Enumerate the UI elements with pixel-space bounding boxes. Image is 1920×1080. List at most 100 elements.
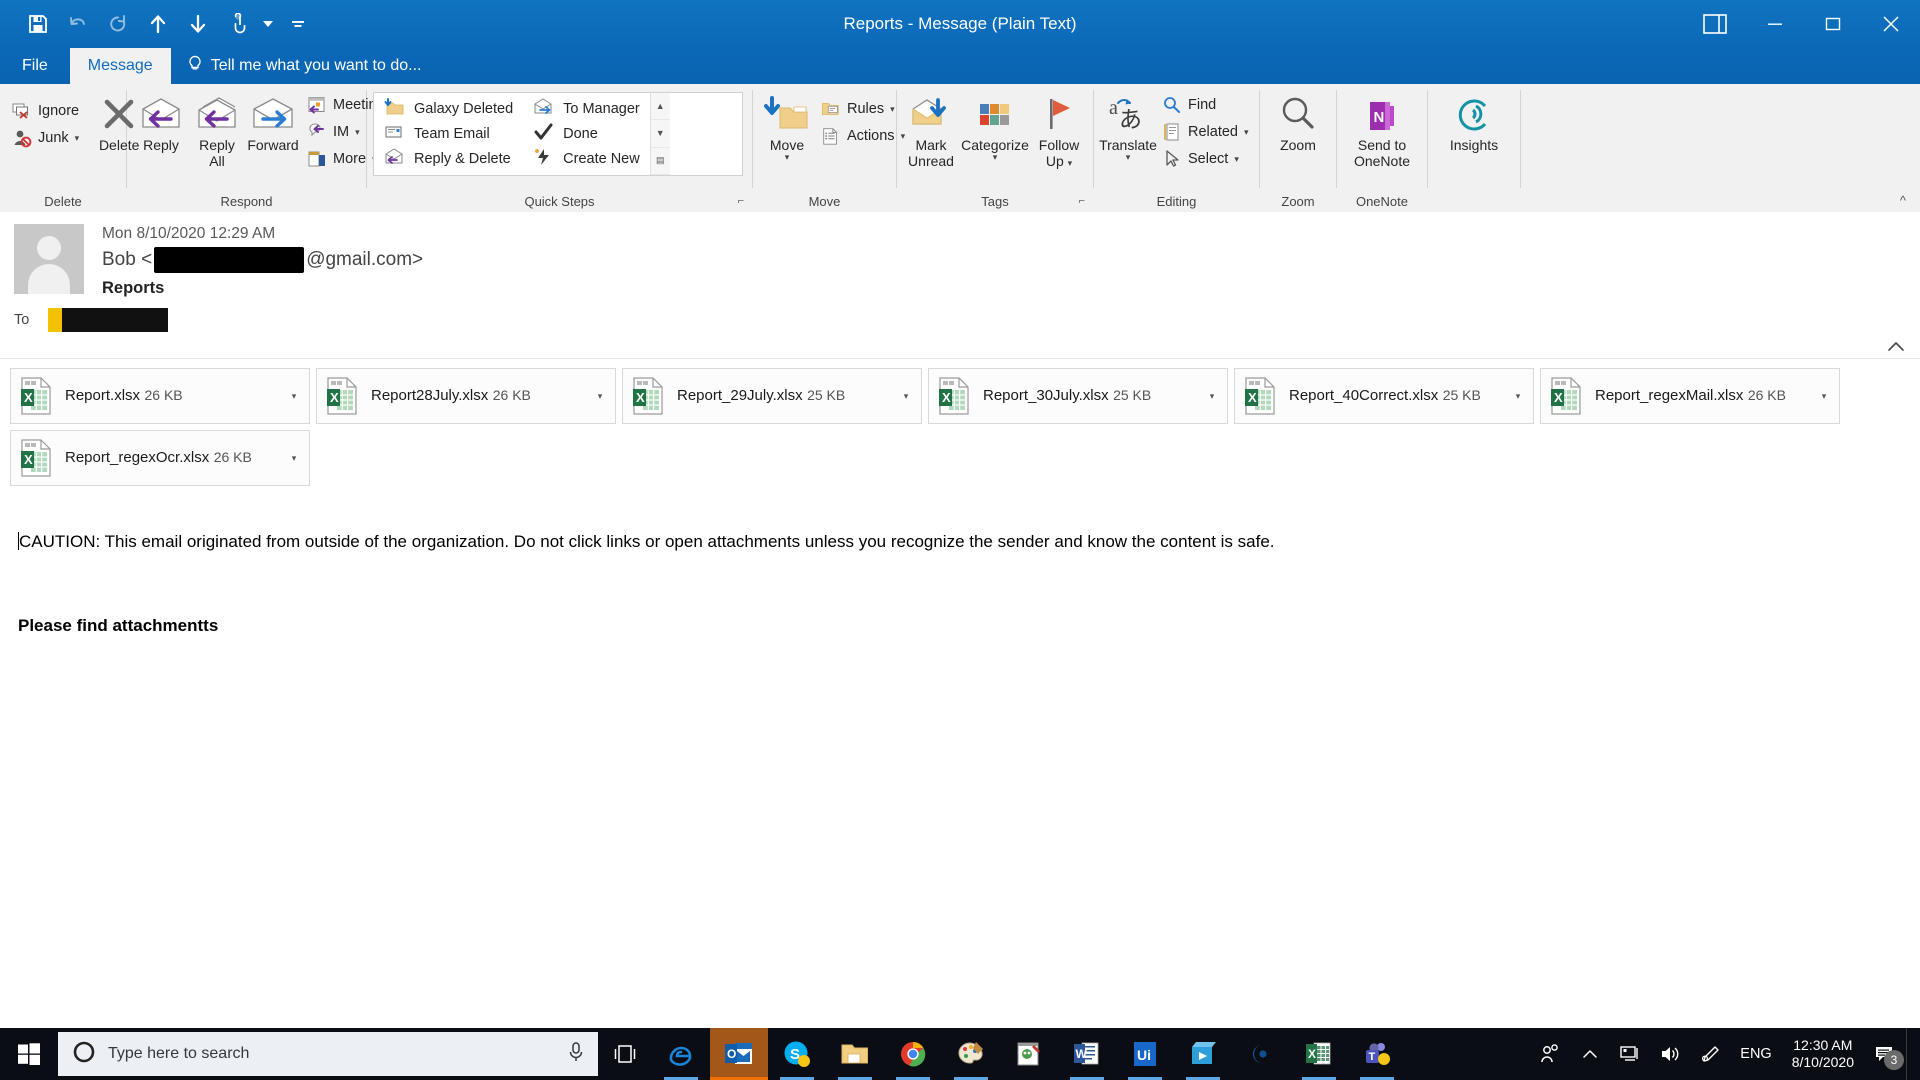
junk-dropdown-icon[interactable]: ▾ — [75, 133, 80, 143]
related-dropdown-icon[interactable]: ▾ — [1244, 127, 1249, 137]
paint-icon[interactable] — [942, 1028, 1000, 1080]
previous-item-icon[interactable] — [138, 6, 178, 42]
translate-dropdown-icon[interactable]: ▾ — [1126, 153, 1131, 162]
quick-step-galaxy-deleted[interactable]: Galaxy Deleted — [376, 97, 521, 122]
next-item-icon[interactable] — [178, 6, 218, 42]
attachment-chip[interactable]: X Report_40Correct.xlsx 25 KB ▾ — [1234, 368, 1534, 424]
find-button[interactable]: Find — [1156, 92, 1255, 118]
insights-button[interactable]: Insights — [1444, 90, 1504, 157]
show-desktop-button[interactable] — [1906, 1028, 1912, 1080]
quick-steps-dialog-launcher[interactable]: ⌐ — [738, 195, 744, 207]
move-dropdown-icon[interactable]: ▾ — [785, 153, 790, 162]
quick-steps-more[interactable]: ▤ — [650, 147, 670, 175]
attachment-chip[interactable]: X Report.xlsx 26 KB ▾ — [10, 368, 310, 424]
select-dropdown-icon[interactable]: ▾ — [1234, 154, 1239, 164]
quick-steps-scrollbar[interactable]: ▲ ▼ ▤ — [649, 93, 670, 175]
redacted-recipient[interactable] — [48, 308, 168, 332]
microphone-icon[interactable] — [566, 1041, 586, 1068]
attachment-chip[interactable]: X Report_29July.xlsx 25 KB ▾ — [622, 368, 922, 424]
move-button[interactable]: Move ▾ — [759, 90, 815, 166]
select-button[interactable]: Select ▾ — [1156, 146, 1255, 172]
forward-button[interactable]: Forward — [245, 90, 301, 157]
attachment-chip[interactable]: X Report_regexOcr.xlsx 26 KB ▾ — [10, 430, 310, 486]
action-center-icon[interactable]: 3 — [1864, 1028, 1906, 1080]
translate-button[interactable]: aあ Translate ▾ — [1099, 90, 1157, 166]
reply-button[interactable]: Reply — [133, 90, 189, 157]
quick-step-team-email[interactable]: Team Email — [376, 122, 521, 147]
follow-up-button[interactable]: Follow Up ▾ — [1031, 90, 1087, 173]
quick-step-reply-delete[interactable]: Reply & Delete — [376, 146, 521, 171]
attachment-dropdown-icon[interactable]: ▾ — [1203, 391, 1221, 402]
file-explorer-icon[interactable] — [826, 1028, 884, 1080]
im-dropdown-icon[interactable]: ▾ — [355, 127, 360, 137]
attachment-dropdown-icon[interactable]: ▾ — [591, 391, 609, 402]
chrome-icon[interactable] — [884, 1028, 942, 1080]
volume-icon[interactable] — [1650, 1028, 1690, 1080]
people-icon[interactable] — [1530, 1028, 1570, 1080]
tags-dialog-launcher[interactable]: ⌐ — [1079, 195, 1085, 207]
attachment-dropdown-icon[interactable]: ▾ — [1815, 391, 1833, 402]
attachment-chip[interactable]: X Report_regexMail.xlsx 26 KB ▾ — [1540, 368, 1840, 424]
ribbon-collapse-button[interactable]: ^ — [1900, 84, 1920, 212]
language-indicator[interactable]: ENG — [1730, 1046, 1781, 1062]
related-button[interactable]: Related ▾ — [1156, 119, 1255, 145]
attachment-dropdown-icon[interactable]: ▾ — [1509, 391, 1527, 402]
send-to-onenote-button[interactable]: N Send to OneNote — [1348, 90, 1416, 173]
close-button[interactable] — [1862, 0, 1920, 48]
attachment-dropdown-icon[interactable]: ▾ — [285, 453, 303, 464]
word-icon[interactable]: W — [1058, 1028, 1116, 1080]
start-button[interactable] — [0, 1028, 58, 1080]
tell-me-search[interactable]: Tell me what you want to do... — [171, 48, 421, 84]
pen-icon[interactable] — [1690, 1028, 1730, 1080]
save-icon[interactable] — [18, 6, 58, 42]
quick-step-create-new[interactable]: Create New — [525, 146, 648, 171]
tab-file[interactable]: File — [0, 48, 70, 84]
categorize-dropdown-icon[interactable]: ▾ — [993, 153, 998, 162]
im-label: IM — [333, 124, 350, 140]
quick-step-to-manager[interactable]: To Manager — [525, 97, 648, 122]
undo-icon[interactable] — [58, 6, 98, 42]
categorize-button[interactable]: Categorize ▾ — [959, 90, 1031, 166]
maximize-button[interactable] — [1804, 0, 1862, 48]
customize-qat-icon[interactable] — [278, 6, 318, 42]
attachment-chip[interactable]: X Report_30July.xlsx 25 KB ▾ — [928, 368, 1228, 424]
tab-message[interactable]: Message — [69, 48, 171, 84]
expand-header-button[interactable] — [1886, 340, 1906, 358]
quick-step-done[interactable]: Done — [525, 122, 648, 147]
skype-icon[interactable]: S — [768, 1028, 826, 1080]
group-label-insights — [1428, 190, 1520, 212]
teams-icon[interactable]: T — [1348, 1028, 1406, 1080]
show-hidden-icons-icon[interactable] — [1570, 1028, 1610, 1080]
follow-up-dropdown-icon[interactable]: ▾ — [1068, 158, 1073, 168]
clock[interactable]: 12:30 AM 8/10/2020 — [1782, 1037, 1864, 1071]
attachment-dropdown-icon[interactable]: ▾ — [285, 391, 303, 402]
edge-icon[interactable] — [652, 1028, 710, 1080]
mark-unread-button[interactable]: Mark Unread — [903, 90, 959, 173]
caution-banner-text: CAUTION: This email originated from outs… — [18, 505, 1920, 554]
network-icon[interactable] — [1610, 1028, 1650, 1080]
photos-icon[interactable] — [1232, 1028, 1290, 1080]
search-input[interactable]: Type here to search — [58, 1032, 598, 1076]
junk-button[interactable]: Junk ▾ — [6, 125, 85, 151]
uipath-icon[interactable]: Ui — [1116, 1028, 1174, 1080]
task-view-icon[interactable] — [598, 1028, 652, 1080]
quick-steps-scroll-up[interactable]: ▲ — [650, 93, 670, 121]
message-body[interactable]: CAUTION: This email originated from outs… — [0, 505, 1920, 1025]
redo-icon[interactable] — [98, 6, 138, 42]
touch-mode-icon[interactable] — [218, 6, 258, 42]
quick-steps-scroll-down[interactable]: ▼ — [650, 120, 670, 148]
touch-mode-dropdown-icon[interactable] — [258, 6, 278, 42]
minimize-button[interactable] — [1746, 0, 1804, 48]
excel-icon[interactable]: X — [1290, 1028, 1348, 1080]
notepad-icon[interactable] — [1000, 1028, 1058, 1080]
reply-all-button[interactable]: Reply All — [189, 90, 245, 173]
rules-dropdown-icon[interactable]: ▾ — [890, 104, 895, 114]
outlook-icon[interactable]: O — [710, 1028, 768, 1080]
attachment-dropdown-icon[interactable]: ▾ — [897, 391, 915, 402]
attachment-chip[interactable]: X Report28July.xlsx 26 KB ▾ — [316, 368, 616, 424]
zoom-button[interactable]: Zoom — [1270, 90, 1326, 157]
quick-steps-gallery[interactable]: Galaxy Deleted Team Email Reply & Delete… — [373, 92, 743, 176]
ignore-button[interactable]: Ignore — [6, 98, 85, 124]
movies-tv-icon[interactable] — [1174, 1028, 1232, 1080]
ribbon-display-options-icon[interactable] — [1684, 0, 1746, 48]
